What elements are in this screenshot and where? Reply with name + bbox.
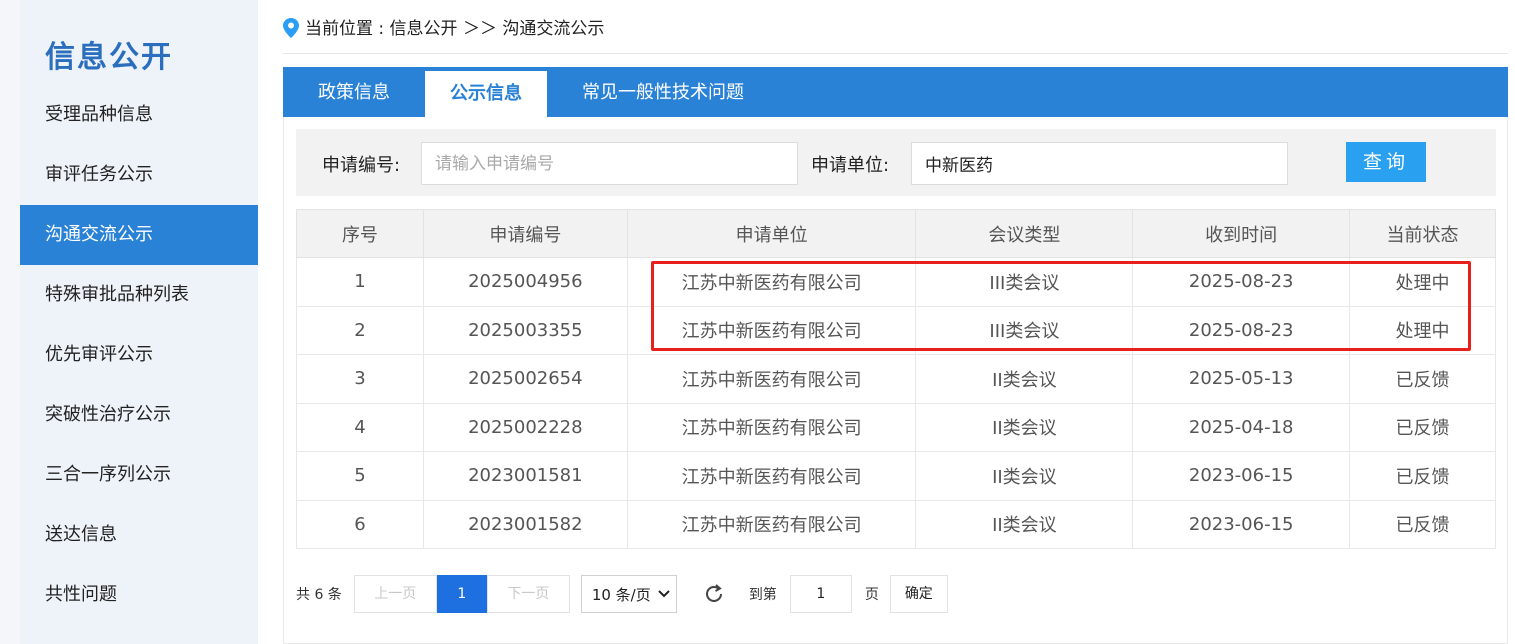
tab-tech-questions[interactable]: 常见一般性技术问题 <box>547 67 779 117</box>
col-header-meeting-type: 会议类型 <box>915 209 1134 258</box>
cell-index: 4 <box>296 402 424 452</box>
table-row[interactable]: 2 2025003355 江苏中新医药有限公司 III类会议 2025-08-2… <box>296 305 1496 355</box>
search-bar: 申请编号: 申请单位: 查询 <box>296 129 1496 196</box>
next-page-button[interactable]: 下一页 <box>486 575 570 613</box>
main-panel: 当前位置 : 信息公开 ＞＞ 沟通交流公示 政策信息 公示信息 常见一般性技术问… <box>258 0 1515 644</box>
cell-received-time: 2025-08-23 <box>1132 257 1351 307</box>
table-row[interactable]: 4 2025002228 江苏中新医药有限公司 II类会议 2025-04-18… <box>296 402 1496 452</box>
col-header-index: 序号 <box>296 209 424 258</box>
col-header-status: 当前状态 <box>1349 209 1496 258</box>
cell-received-time: 2025-05-13 <box>1132 354 1351 404</box>
cell-received-time: 2023-06-15 <box>1132 499 1351 549</box>
results-table: 序号 申请编号 申请单位 会议类型 收到时间 当前状态 1 2025004956… <box>296 209 1496 549</box>
cell-status: 处理中 <box>1349 257 1496 307</box>
location-pin-icon <box>283 17 299 38</box>
cell-index: 3 <box>296 354 424 404</box>
cell-app-no: 2023001582 <box>422 499 628 549</box>
sidebar-item-special-approval[interactable]: 特殊审批品种列表 <box>20 265 258 325</box>
sidebar-item-review-tasks[interactable]: 审评任务公示 <box>20 145 258 205</box>
goto-page-input[interactable]: 1 <box>789 575 852 613</box>
cell-app-no: 2025002228 <box>422 402 628 452</box>
cell-index: 1 <box>296 257 424 307</box>
cell-received-time: 2025-04-18 <box>1132 402 1351 452</box>
cell-meeting-type: III类会议 <box>915 257 1134 307</box>
breadcrumb-text: 当前位置 : 信息公开 ＞＞ 沟通交流公示 <box>305 19 605 39</box>
cell-app-no: 2023001581 <box>422 451 628 501</box>
goto-confirm-button[interactable]: 确定 <box>889 575 948 613</box>
cell-meeting-type: III类会议 <box>915 305 1134 355</box>
cell-index: 6 <box>296 499 424 549</box>
sidebar-list: 受理品种信息 审评任务公示 沟通交流公示 特殊审批品种列表 优先审评公示 突破性… <box>20 85 258 625</box>
cell-unit: 江苏中新医药有限公司 <box>626 354 917 404</box>
tab-policy[interactable]: 政策信息 <box>283 67 425 117</box>
app-no-input[interactable] <box>421 142 798 185</box>
col-header-unit: 申请单位 <box>626 209 917 258</box>
cell-index: 2 <box>296 305 424 355</box>
sidebar-item-priority-review[interactable]: 优先审评公示 <box>20 325 258 385</box>
sidebar-item-accepted-varieties[interactable]: 受理品种信息 <box>20 85 258 145</box>
pagination: 共 6 条 上一页 1 下一页 10 条/页 到第 1 页 确定 <box>296 575 948 613</box>
cell-unit: 江苏中新医药有限公司 <box>626 402 917 452</box>
cell-index: 5 <box>296 451 424 501</box>
sidebar-item-communication[interactable]: 沟通交流公示 <box>20 205 258 265</box>
sidebar-item-common-issues[interactable]: 共性问题 <box>20 565 258 625</box>
unit-label: 申请单位: <box>811 155 890 176</box>
cell-unit: 江苏中新医药有限公司 <box>626 451 917 501</box>
page-size-select[interactable]: 10 条/页 <box>580 575 677 613</box>
current-page-button[interactable]: 1 <box>436 575 487 613</box>
refresh-icon[interactable] <box>703 583 725 605</box>
tab-bar: 政策信息 公示信息 常见一般性技术问题 <box>283 67 1508 117</box>
sidebar: 信息公开 受理品种信息 审评任务公示 沟通交流公示 特殊审批品种列表 优先审评公… <box>20 0 258 644</box>
content-area: 申请编号: 申请单位: 查询 序号 申请编号 申请单位 会议类型 收到时间 当前… <box>283 117 1508 644</box>
table-row[interactable]: 5 2023001581 江苏中新医药有限公司 II类会议 2023-06-15… <box>296 451 1496 501</box>
cell-meeting-type: II类会议 <box>915 402 1134 452</box>
cell-app-no: 2025003355 <box>422 305 628 355</box>
table-header-row: 序号 申请编号 申请单位 会议类型 收到时间 当前状态 <box>296 209 1496 258</box>
cell-meeting-type: II类会议 <box>915 499 1134 549</box>
sidebar-item-three-in-one[interactable]: 三合一序列公示 <box>20 445 258 505</box>
cell-app-no: 2025002654 <box>422 354 628 404</box>
col-header-received-time: 收到时间 <box>1132 209 1351 258</box>
cell-meeting-type: II类会议 <box>915 451 1134 501</box>
cell-app-no: 2025004956 <box>422 257 628 307</box>
cell-status: 已反馈 <box>1349 499 1496 549</box>
cell-status: 已反馈 <box>1349 354 1496 404</box>
page-unit-label: 页 <box>864 587 879 603</box>
cell-status: 已反馈 <box>1349 451 1496 501</box>
cell-unit: 江苏中新医药有限公司 <box>626 257 917 307</box>
cell-meeting-type: II类会议 <box>915 354 1134 404</box>
cell-status: 处理中 <box>1349 305 1496 355</box>
col-header-app-no: 申请编号 <box>422 209 628 258</box>
page-size-value: 10 条/页 <box>591 585 651 604</box>
cell-received-time: 2025-08-23 <box>1132 305 1351 355</box>
unit-input[interactable] <box>911 142 1288 185</box>
query-button[interactable]: 查询 <box>1346 142 1426 182</box>
table-row[interactable]: 6 2023001582 江苏中新医药有限公司 II类会议 2023-06-15… <box>296 499 1496 549</box>
table-row[interactable]: 1 2025004956 江苏中新医药有限公司 III类会议 2025-08-2… <box>296 257 1496 307</box>
pager-total: 共 6 条 <box>296 587 342 603</box>
goto-label: 到第 <box>748 587 777 603</box>
cell-unit: 江苏中新医药有限公司 <box>626 305 917 355</box>
chevron-down-icon <box>658 590 670 598</box>
cell-unit: 江苏中新医药有限公司 <box>626 499 917 549</box>
table-row[interactable]: 3 2025002654 江苏中新医药有限公司 II类会议 2025-05-13… <box>296 354 1496 404</box>
cell-status: 已反馈 <box>1349 402 1496 452</box>
sidebar-item-delivery[interactable]: 送达信息 <box>20 505 258 565</box>
tab-public-info[interactable]: 公示信息 <box>425 71 547 117</box>
app-no-label: 申请编号: <box>322 155 401 176</box>
prev-page-button[interactable]: 上一页 <box>353 575 437 613</box>
cell-received-time: 2023-06-15 <box>1132 451 1351 501</box>
sidebar-item-breakthrough[interactable]: 突破性治疗公示 <box>20 385 258 445</box>
breadcrumb: 当前位置 : 信息公开 ＞＞ 沟通交流公示 <box>283 0 1508 54</box>
